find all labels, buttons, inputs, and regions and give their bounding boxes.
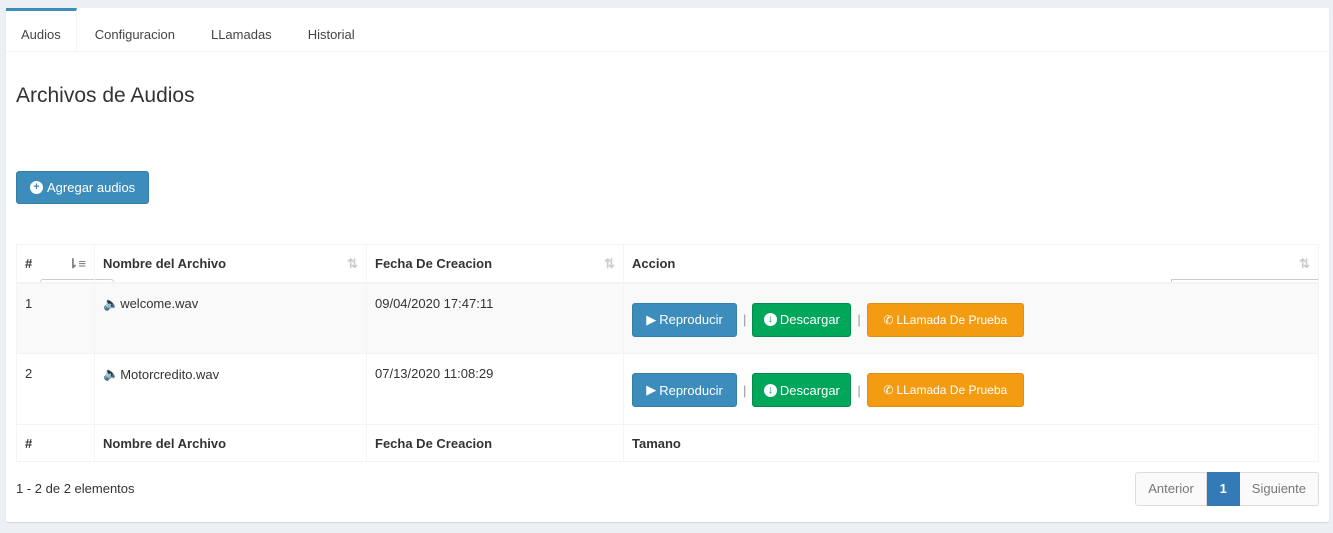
tab-llamadas[interactable]: LLamadas (193, 8, 290, 52)
add-audio-label: Agregar audios (47, 180, 136, 195)
header-name[interactable]: Nombre del Archivo ⇅ (94, 244, 367, 284)
play-button[interactable]: ▶ Reproducir (632, 302, 737, 337)
tab-historial[interactable]: Historial (290, 8, 373, 52)
table-header-row: # ⇂≡ Nombre del Archivo ⇅ Fecha De Creacio… (16, 244, 1319, 284)
download-button[interactable]: ↓ Descargar (752, 373, 852, 407)
sort-asc-icon: ⇂≡ (67, 256, 86, 271)
download-button[interactable]: ↓ Descargar (752, 302, 852, 337)
cell-name: 🔈 Motorcredito.wav (94, 353, 367, 425)
audio-table: # ⇂≡ Nombre del Archivo ⇅ Fecha De Creacio… (16, 244, 1319, 462)
play-icon: ▶ (646, 311, 657, 327)
file-name: welcome.wav (120, 296, 199, 311)
tab-audios[interactable]: Audios (6, 8, 77, 52)
separator: | (857, 312, 861, 327)
footer-size: Tamano (623, 424, 1319, 462)
cell-actions: ▶ Reproducir | ↓ Descargar | ✆ LLamada De P… (623, 282, 1319, 354)
content-box: Audios Configuracion LLamadas Historial … (6, 8, 1329, 522)
download-circle-icon: ↓ (763, 383, 777, 397)
cell-num: 1 (16, 282, 95, 354)
footer-name: Nombre del Archivo (94, 424, 367, 462)
sort-icon: ⇅ (347, 256, 358, 271)
nav-tabs: Audios Configuracion LLamadas Historial (6, 8, 1329, 52)
footer-num: # (16, 424, 95, 462)
header-date[interactable]: Fecha De Creacion ⇅ (366, 244, 624, 284)
phone-icon: ✆ (883, 383, 894, 397)
sort-icon: ⇅ (604, 256, 615, 271)
prev-page-button[interactable]: Anterior (1135, 472, 1207, 506)
pagination: Anterior 1 Siguiente (1135, 472, 1319, 506)
separator: | (743, 382, 747, 398)
page-title: Archivos de Audios (16, 84, 195, 107)
header-action[interactable]: Accion ⇅ (623, 244, 1319, 284)
file-name: Motorcredito.wav (120, 366, 220, 382)
tab-configuracion[interactable]: Configuracion (77, 8, 193, 52)
play-button[interactable]: ▶ Reproducir (632, 373, 737, 407)
cell-date: 07/13/2020 11:08:29 (366, 353, 624, 425)
cell-actions: ▶ Reproducir | ↓ Descargar | ✆ LLamada De P… (623, 353, 1319, 425)
cell-name: 🔈 welcome.wav (94, 282, 367, 354)
table-row: 2 🔈 Motorcredito.wav 07/13/2020 11:08:29 … (16, 353, 1319, 425)
test-call-button[interactable]: ✆ LLamada De Prueba (866, 302, 1024, 337)
separator: | (857, 382, 861, 398)
cell-num: 2 (16, 353, 95, 425)
download-circle-icon: ↓ (763, 313, 777, 326)
header-num[interactable]: # ⇂≡ (16, 244, 95, 284)
phone-icon: ✆ (883, 312, 894, 327)
page-1-button[interactable]: 1 (1206, 472, 1240, 506)
sort-icon: ⇅ (1299, 256, 1310, 271)
next-page-button[interactable]: Siguiente (1239, 472, 1319, 506)
plus-circle-icon: + (30, 181, 43, 194)
table-row: 1 🔈 welcome.wav 09/04/2020 17:47:11 ▶ Repr… (16, 282, 1319, 354)
volume-icon: 🔈 (103, 366, 120, 381)
table-footer-row: # Nombre del Archivo Fecha De Creacion T… (16, 424, 1319, 462)
cell-date: 09/04/2020 17:47:11 (366, 282, 624, 354)
table-info: 1 - 2 de 2 elementos (16, 481, 135, 496)
tab-content: Archivos de Audios + Agregar audios Ver … (6, 84, 1329, 309)
add-audio-button[interactable]: + Agregar audios (16, 171, 150, 204)
play-icon: ▶ (646, 382, 657, 397)
test-call-button[interactable]: ✆ LLamada De Prueba (866, 373, 1024, 407)
separator: | (743, 312, 747, 327)
volume-icon: 🔈 (103, 295, 120, 311)
footer-date: Fecha De Creacion (366, 424, 624, 462)
